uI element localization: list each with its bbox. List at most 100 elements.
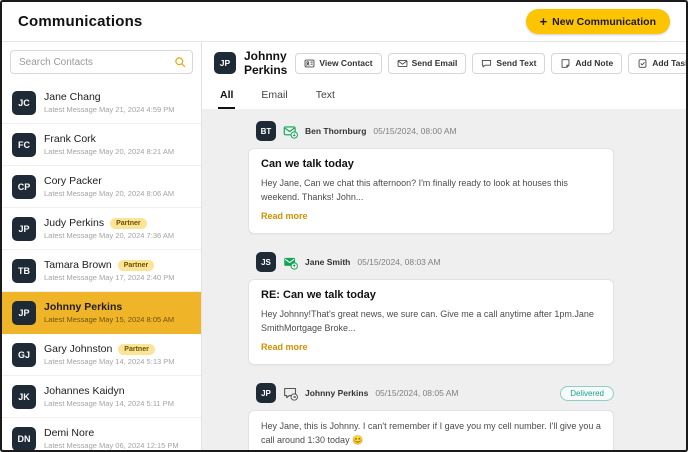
contact-latest-message: Latest Message May 14, 2024 5:13 PM	[44, 357, 175, 366]
conversation-panel: JP Johnny Perkins View Contact Send Emai…	[202, 42, 686, 450]
delivered-status-badge: Delivered	[560, 385, 614, 401]
conversation-contact-name: Johnny Perkins	[244, 49, 288, 77]
read-more-link[interactable]: Read more	[261, 342, 308, 352]
conversation-header: JP Johnny Perkins View Contact Send Emai…	[202, 42, 686, 82]
add-task-button[interactable]: Add Task	[628, 52, 688, 74]
avatar: DN	[12, 426, 36, 450]
avatar: JP	[12, 216, 36, 241]
avatar: JC	[12, 90, 36, 115]
contact-list-item[interactable]: JC Jane Chang Latest Message May 21, 202…	[2, 82, 201, 124]
page-title: Communications	[18, 13, 143, 30]
contact-list-item[interactable]: JK Johannes Kaidyn Latest Message May 14…	[2, 376, 201, 418]
message-body: Hey Jane, this is Johnny. I can't rememb…	[261, 421, 601, 445]
avatar: JK	[12, 384, 36, 409]
email-received-icon	[283, 124, 298, 139]
contact-name: Johnny Perkins	[44, 301, 123, 313]
message-header: BT Ben Thornburg 05/15/2024, 08:00 AM	[248, 121, 614, 141]
avatar: JP	[214, 52, 236, 74]
send-email-label: Send Email	[411, 58, 458, 68]
search-contacts-input[interactable]	[10, 50, 193, 74]
tab-text[interactable]: Text	[314, 85, 337, 109]
send-email-button[interactable]: Send Email	[387, 52, 467, 74]
message-sender: Jane Smith	[305, 257, 351, 267]
message-timestamp: 05/15/2024, 08:00 AM	[373, 126, 457, 136]
contact-list-item[interactable]: CP Cory Packer Latest Message May 20, 20…	[2, 166, 201, 208]
message-card: Can we talk today Hey Jane, Can we chat …	[248, 148, 614, 234]
read-more-link[interactable]: Read more	[261, 211, 308, 221]
contact-latest-message: Latest Message May 20, 2024 8:21 AM	[44, 147, 175, 156]
contact-latest-message: Latest Message May 20, 2024 8:06 AM	[44, 189, 175, 198]
send-text-button[interactable]: Send Text	[472, 52, 546, 74]
email-sent-icon	[283, 255, 298, 270]
contact-list-item[interactable]: JP Judy Perkins Partner Latest Message M…	[2, 208, 201, 250]
message-subject: RE: Can we talk today	[261, 289, 376, 301]
plus-icon: +	[539, 14, 548, 29]
contact-latest-message: Latest Message May 20, 2024 7:36 AM	[44, 231, 175, 240]
message-header: JS Jane Smith 05/15/2024, 08:03 AM	[248, 252, 614, 272]
contact-list-item[interactable]: TB Tamara Brown Partner Latest Message M…	[2, 250, 201, 292]
contact-list-item-selected[interactable]: JP Johnny Perkins Latest Message May 15,…	[2, 292, 201, 334]
message-item: JP Johnny Perkins 05/15/2024, 08:05 AM D…	[248, 383, 614, 450]
contact-name: Jane Chang	[44, 91, 101, 103]
contact-latest-message: Latest Message May 06, 2024 12:15 PM	[44, 441, 179, 450]
communications-app: Communications + New Communication JC Ja…	[0, 0, 688, 452]
envelope-icon	[397, 58, 408, 69]
contact-card-icon	[304, 58, 315, 69]
contact-latest-message: Latest Message May 15, 2024 8:05 AM	[44, 315, 175, 324]
contact-name: Cory Packer	[44, 175, 102, 187]
avatar: CP	[12, 174, 36, 199]
message-sender: Ben Thornburg	[305, 126, 367, 136]
search-icon[interactable]	[174, 56, 186, 68]
search-box	[10, 50, 193, 74]
contact-name: Judy Perkins	[44, 217, 105, 229]
contact-list-item[interactable]: FC Frank Cork Latest Message May 20, 202…	[2, 124, 201, 166]
avatar: GJ	[12, 342, 36, 367]
avatar: JP	[12, 300, 36, 325]
message-subject: Can we talk today	[261, 158, 354, 170]
view-contact-button[interactable]: View Contact	[295, 52, 382, 74]
message-item: BT Ben Thornburg 05/15/2024, 08:00 AM Ca…	[248, 121, 614, 234]
partner-badge: Partner	[118, 343, 155, 355]
add-task-label: Add Task	[652, 58, 688, 68]
message-body: Hey Jane, Can we chat this afternoon? I'…	[261, 178, 568, 202]
contact-name: Johannes Kaidyn	[44, 385, 125, 397]
app-body: JC Jane Chang Latest Message May 21, 202…	[2, 42, 686, 450]
message-card: RE: Can we talk today Hey Johnny!That's …	[248, 279, 614, 365]
message-filter-tabs: All Email Text	[202, 82, 686, 109]
message-sender: Johnny Perkins	[305, 388, 369, 398]
avatar: BT	[256, 121, 276, 141]
new-communication-label: New Communication	[552, 15, 656, 28]
add-note-button[interactable]: Add Note	[551, 52, 623, 74]
new-communication-button[interactable]: + New Communication	[525, 9, 670, 34]
contact-list-item[interactable]: GJ Gary Johnston Partner Latest Message …	[2, 334, 201, 376]
contact-name: Tamara Brown	[44, 259, 112, 271]
message-timestamp: 05/15/2024, 08:03 AM	[357, 257, 441, 267]
tab-email[interactable]: Email	[259, 85, 289, 109]
contact-name: Frank Cork	[44, 133, 96, 145]
avatar: JS	[256, 252, 276, 272]
contact-latest-message: Latest Message May 14, 2024 5:11 PM	[44, 399, 174, 408]
chat-bubble-icon	[481, 58, 492, 69]
contacts-sidebar: JC Jane Chang Latest Message May 21, 202…	[2, 42, 202, 450]
message-item: JS Jane Smith 05/15/2024, 08:03 AM RE: C…	[248, 252, 614, 365]
contact-list-item[interactable]: DN Demi Nore Latest Message May 06, 2024…	[2, 418, 201, 450]
note-icon	[560, 58, 571, 69]
view-contact-label: View Contact	[319, 58, 373, 68]
message-timestamp: 05/15/2024, 08:05 AM	[375, 388, 459, 398]
avatar: JP	[256, 383, 276, 403]
contact-latest-message: Latest Message May 21, 2024 4:59 PM	[44, 105, 175, 114]
avatar: FC	[12, 132, 36, 157]
send-text-label: Send Text	[496, 58, 537, 68]
partner-badge: Partner	[117, 259, 155, 271]
message-thread[interactable]: BT Ben Thornburg 05/15/2024, 08:00 AM Ca…	[202, 109, 686, 450]
top-bar: Communications + New Communication	[2, 2, 686, 42]
contact-name: Gary Johnston	[44, 343, 113, 355]
tab-all[interactable]: All	[218, 85, 236, 109]
message-card: Hey Jane, this is Johnny. I can't rememb…	[248, 410, 614, 450]
text-message-icon	[283, 386, 298, 401]
task-icon	[637, 58, 648, 69]
message-body: Hey Johnny!That's great news, we sure ca…	[261, 309, 594, 333]
contact-name: Demi Nore	[44, 427, 95, 439]
add-note-label: Add Note	[575, 58, 614, 68]
message-header: JP Johnny Perkins 05/15/2024, 08:05 AM D…	[248, 383, 614, 403]
